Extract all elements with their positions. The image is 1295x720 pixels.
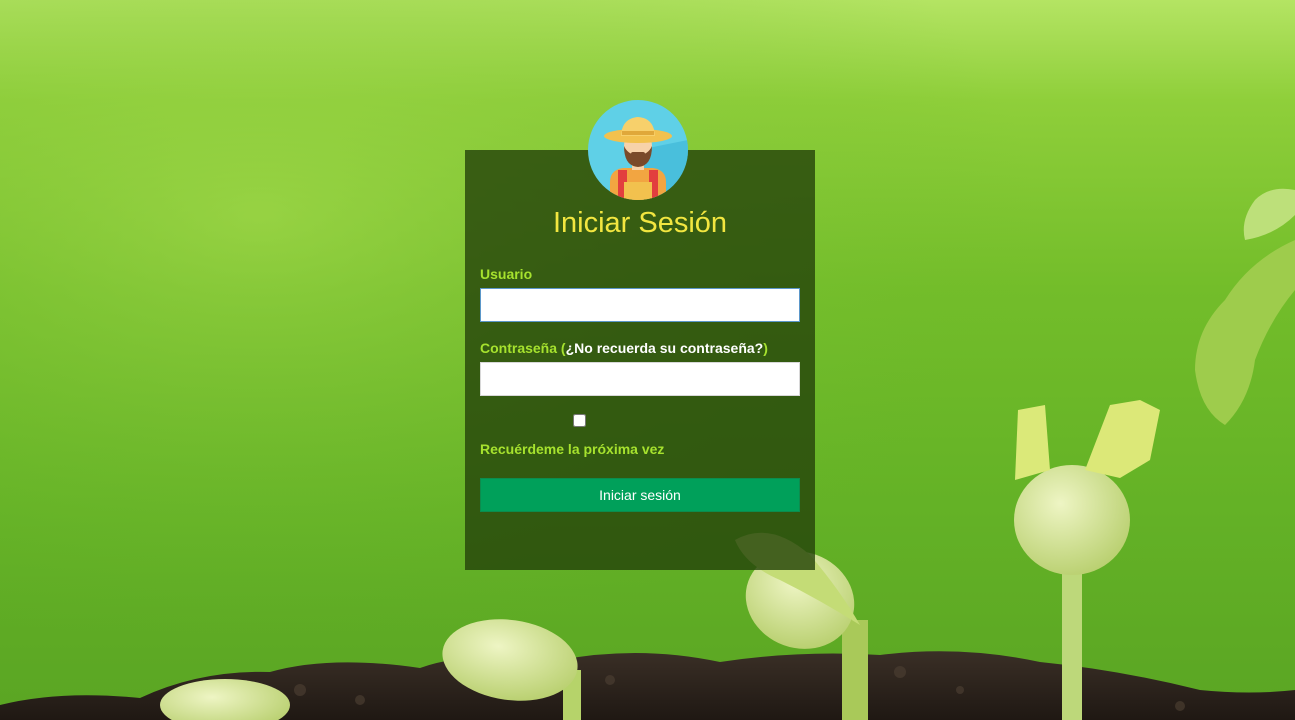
username-input[interactable] xyxy=(480,288,800,322)
forgot-password-link[interactable]: ¿No recuerda su contraseña? xyxy=(566,340,764,356)
login-title: Iniciar Sesión xyxy=(552,207,728,239)
remember-me-label: Recuérdeme la próxima vez xyxy=(480,441,665,457)
password-input[interactable] xyxy=(480,362,800,396)
password-label-row: Contraseña (¿No recuerda su contraseña?) xyxy=(480,340,768,356)
farmer-avatar-icon xyxy=(588,100,688,200)
password-label-close-paren: ) xyxy=(763,340,768,356)
password-label: Contraseña xyxy=(480,340,558,356)
remember-me-checkbox[interactable] xyxy=(573,414,586,427)
login-card: Iniciar Sesión Usuario Contraseña (¿No r… xyxy=(465,150,815,570)
password-label-open-paren: ( xyxy=(557,340,566,356)
username-label: Usuario xyxy=(480,266,533,282)
login-submit-button[interactable]: Iniciar sesión xyxy=(480,478,800,512)
